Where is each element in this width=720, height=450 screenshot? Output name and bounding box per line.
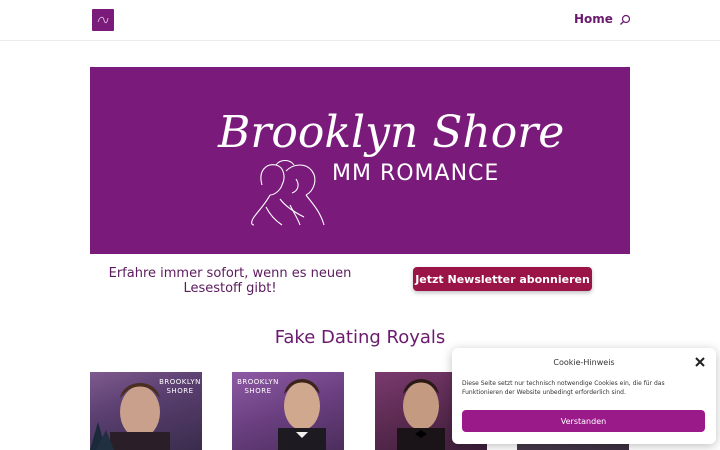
book-cover-1[interactable]: BROOKLYN SHORE bbox=[90, 372, 202, 450]
newsletter-subscribe-button[interactable]: Jetzt Newsletter abonnieren bbox=[413, 267, 592, 291]
banner-title: Brooklyn Shore bbox=[217, 107, 564, 158]
cookie-text: Diese Seite setzt nur technisch notwendi… bbox=[462, 380, 665, 396]
couple-illustration bbox=[251, 159, 325, 226]
newsletter-text: Erfahre immer sofort, wenn es neuen Lese… bbox=[108, 266, 352, 296]
site-logo[interactable] bbox=[92, 9, 114, 31]
search-icon[interactable] bbox=[619, 14, 631, 26]
cookie-title: Cookie-Hinweis bbox=[553, 358, 615, 367]
cookie-dialog: Cookie-Hinweis Diese Seite setzt nur tec… bbox=[452, 348, 716, 444]
banner-tagline: MM ROMANCE bbox=[332, 161, 500, 186]
site-header: Home bbox=[0, 0, 720, 41]
logo-icon bbox=[97, 16, 109, 24]
cover-author-line1: BROOKLYN bbox=[159, 378, 201, 386]
cover-author-line2: SHORE bbox=[166, 387, 194, 395]
cover-author-line1: BROOKLYN bbox=[237, 378, 279, 386]
cookie-accept-button[interactable]: Verstanden bbox=[462, 410, 705, 432]
close-icon[interactable] bbox=[694, 356, 706, 368]
nav-home-link[interactable]: Home bbox=[574, 12, 613, 26]
cover-author-line2: SHORE bbox=[244, 387, 272, 395]
book-cover-2[interactable]: BROOKLYN SHORE bbox=[232, 372, 344, 450]
section-title: Fake Dating Royals bbox=[274, 327, 446, 348]
hero-banner: Brooklyn Shore MM ROMANCE bbox=[90, 67, 630, 254]
